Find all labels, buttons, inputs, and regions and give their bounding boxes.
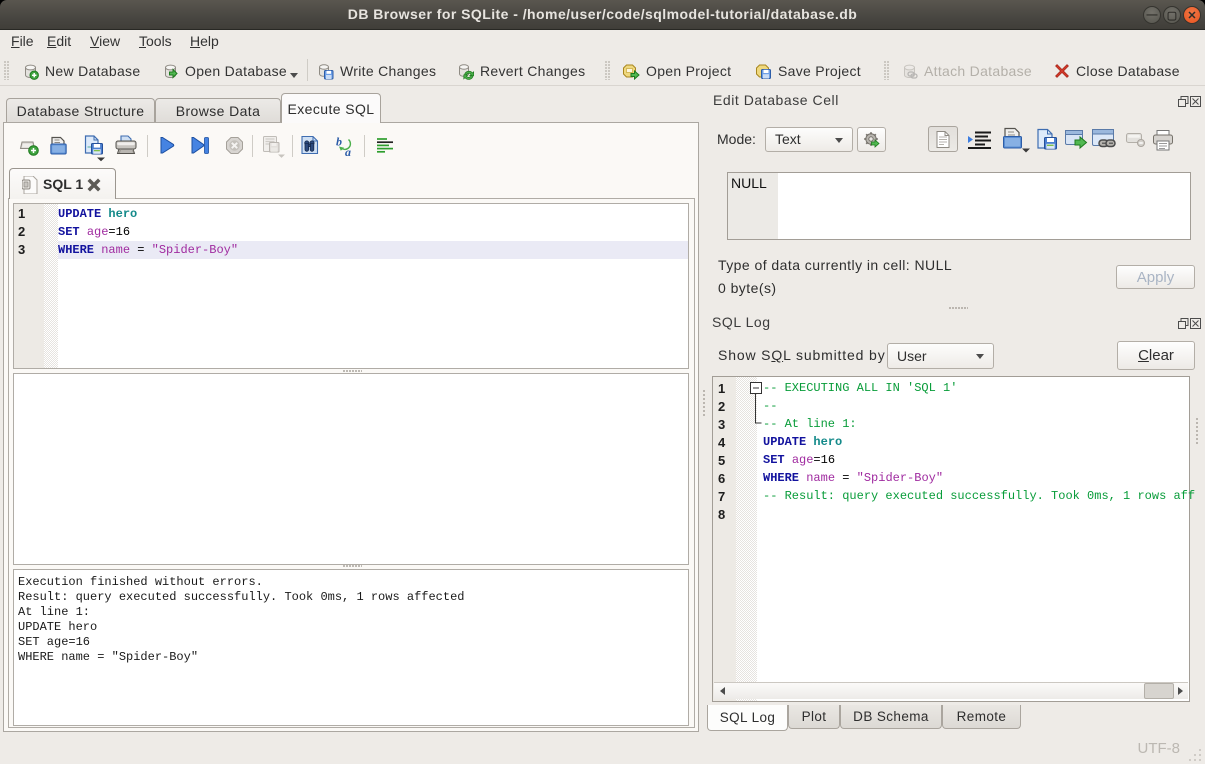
svg-text:b: b	[336, 135, 342, 149]
